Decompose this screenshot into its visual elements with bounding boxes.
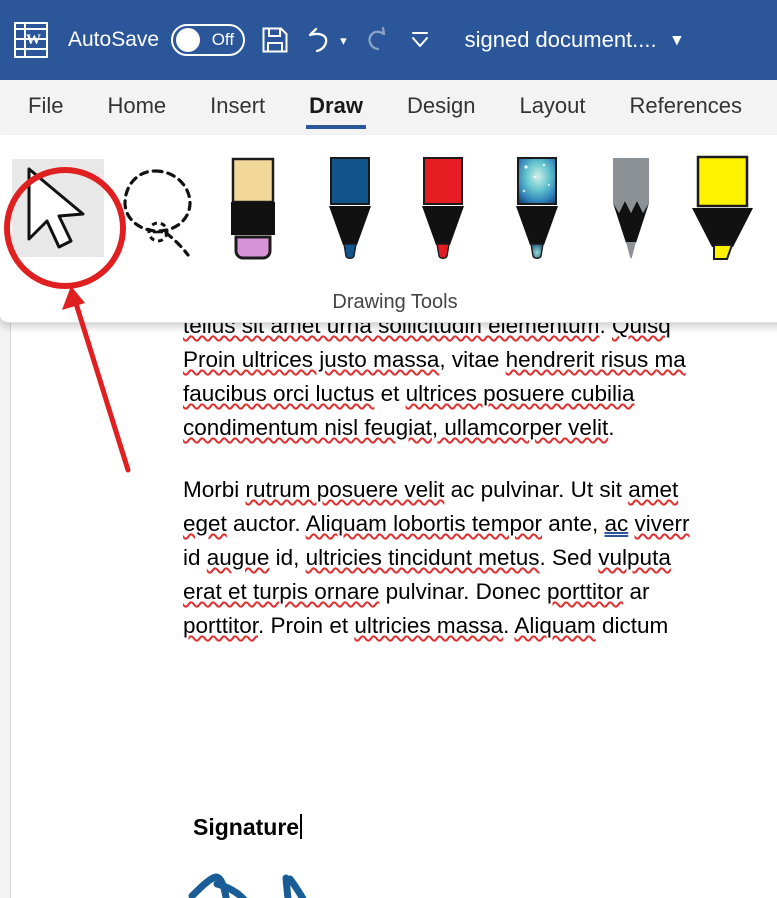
document-body-text[interactable]: tellus sit amet urna sollicitudin elemen… <box>183 309 777 671</box>
tab-insert[interactable]: Insert <box>210 94 265 123</box>
autosave-label: AutoSave <box>68 28 160 51</box>
text-run: ultricies tincidunt metus <box>305 545 540 570</box>
pen-red[interactable] <box>395 151 491 263</box>
redo-icon <box>363 25 393 55</box>
save-icon[interactable] <box>261 26 289 54</box>
text-run: Proin ultrices justo massa <box>183 347 440 372</box>
text-run: dictum <box>595 613 669 638</box>
text-run: pulvinar. Donec <box>379 579 547 604</box>
text-run: porttitor <box>546 579 624 604</box>
pen-blue[interactable] <box>302 151 398 263</box>
handwritten-signature-ink[interactable] <box>186 872 636 898</box>
text-run: hendrerit risus ma <box>505 347 686 372</box>
text-run: viverr <box>634 511 690 536</box>
word-window: W AutoSave Off ▾ signed document.... ▾ F… <box>0 0 777 898</box>
text-run: ar <box>623 579 650 604</box>
eraser-icon <box>231 157 275 259</box>
text-run: id, <box>269 545 306 570</box>
text-run: ultrices posuere cubilia <box>405 381 635 406</box>
lasso-icon <box>123 169 192 257</box>
paragraph-1: tellus sit amet urna sollicitudin elemen… <box>183 309 777 445</box>
title-bar: W AutoSave Off ▾ signed document.... ▾ <box>0 0 777 80</box>
text-run: amet <box>628 477 679 502</box>
text-run: . Proin et <box>258 613 355 638</box>
ribbon-tabs: File Home Insert Draw Design Layout Refe… <box>0 80 777 137</box>
text-run: . <box>503 613 515 638</box>
undo-dropdown-chevron-down-icon[interactable]: ▾ <box>340 34 347 47</box>
text-run: ac pulvinar. Ut sit <box>444 477 629 502</box>
text-run: et <box>374 381 406 406</box>
text-run: . Sed <box>539 545 599 570</box>
text-run: vulputa <box>598 545 671 570</box>
autosave-toggle[interactable]: Off <box>171 24 246 56</box>
grammar-flagged-text: ac <box>604 511 629 536</box>
undo-icon[interactable] <box>305 25 335 55</box>
tab-layout[interactable]: Layout <box>519 94 585 123</box>
drawing-tools-group-label: Drawing Tools <box>332 291 458 313</box>
signature-heading: Signature <box>193 814 303 841</box>
document-title[interactable]: signed document.... <box>465 27 657 53</box>
pen-galaxy[interactable] <box>489 151 585 263</box>
text-run: augue <box>206 545 270 570</box>
text-run: ante, <box>541 511 605 536</box>
text-run: rutrum posuere velit <box>245 477 445 502</box>
text-run: porttitor <box>183 613 259 638</box>
lasso-select-tool[interactable] <box>108 151 204 263</box>
signature-heading-text: Signature <box>193 814 300 840</box>
autosave-toggle-state: Off <box>211 30 235 49</box>
text-run: condimentum nisl feugiat, ullamcorper ve… <box>183 415 609 440</box>
autosave-toggle-knob <box>176 28 201 52</box>
tab-home[interactable]: Home <box>107 94 166 123</box>
text-run: auctor. <box>226 511 306 536</box>
pen-icon <box>329 156 371 259</box>
document-title-chevron-down-icon[interactable]: ▾ <box>673 30 682 50</box>
pencil-icon <box>613 157 649 258</box>
text-run: Aliquam <box>514 613 596 638</box>
pen-icon <box>422 156 464 259</box>
text-run: , vitae <box>439 347 506 372</box>
text-run: erat et turpis ornare <box>183 579 380 604</box>
tab-file[interactable]: File <box>28 94 63 123</box>
highlighter-icon <box>692 155 753 260</box>
text-run: ultricies massa <box>354 613 504 638</box>
text-run: id <box>183 545 207 570</box>
tab-draw[interactable]: Draw <box>306 94 366 129</box>
word-app-icon: W <box>14 22 48 58</box>
customize-quick-access-toolbar-icon[interactable] <box>409 29 431 51</box>
highlighter-yellow[interactable] <box>675 151 771 263</box>
pen-icon <box>516 156 558 259</box>
tab-design[interactable]: Design <box>407 94 475 123</box>
pencil-gray[interactable] <box>583 151 679 263</box>
tab-references[interactable]: References <box>630 94 743 123</box>
text-run: Morbi <box>183 477 246 502</box>
paragraph-2: Morbi rutrum posuere velit ac pulvinar. … <box>183 473 777 643</box>
text-run: Aliquam lobortis tempor <box>305 511 542 536</box>
text-run: faucibus orci luctus <box>183 381 375 406</box>
cursor-arrow-icon <box>27 167 85 249</box>
drawing-tools-flyout: Drawing Tools <box>0 135 777 323</box>
eraser-tool[interactable] <box>205 151 301 263</box>
select-tool[interactable] <box>4 151 104 263</box>
text-run: . <box>608 415 615 440</box>
text-run: eget <box>183 511 227 536</box>
word-icon-letter: W <box>26 32 41 48</box>
text-cursor <box>300 814 303 839</box>
